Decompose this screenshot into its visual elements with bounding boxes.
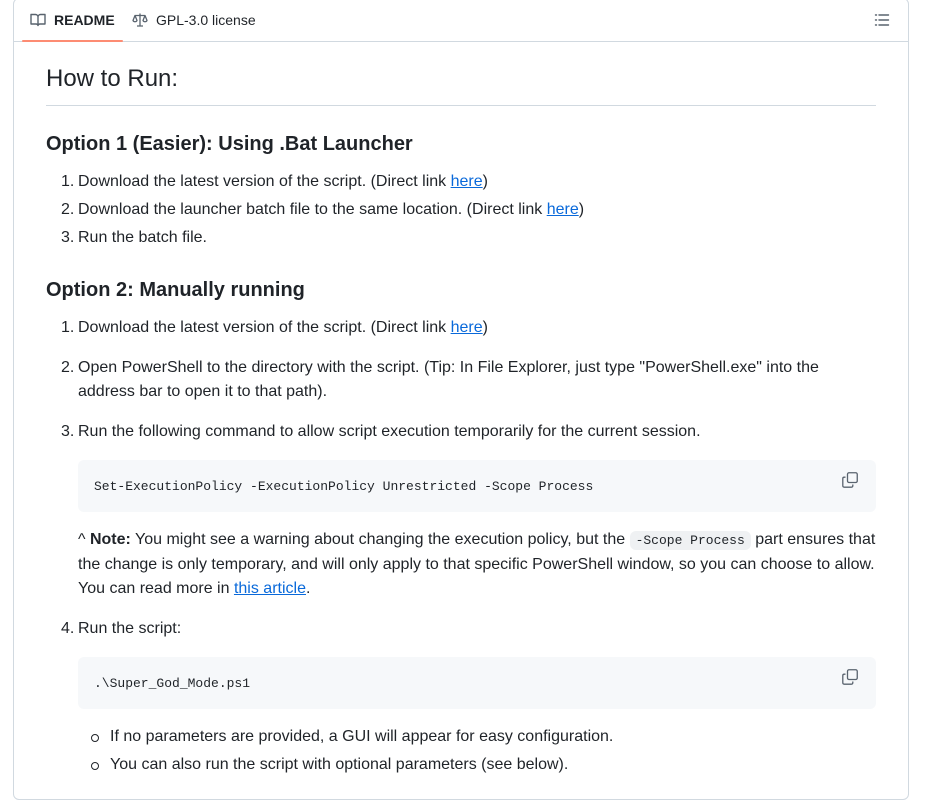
tab-license[interactable]: GPL-3.0 license <box>132 0 256 41</box>
list-item: 4. Run the script: .\Super_God_Mode.ps1 … <box>46 617 876 781</box>
scale-icon <box>132 13 148 27</box>
tab-license-label: GPL-3.0 license <box>156 12 256 28</box>
option1-heading: Option 1 (Easier): Using .Bat Launcher <box>46 133 413 155</box>
list-item: 2. Open PowerShell to the directory with… <box>61 359 819 400</box>
this-article-link[interactable]: this article <box>234 580 306 597</box>
list-item: If no parameters are provided, a GUI wil… <box>78 725 876 753</box>
outline-button[interactable] <box>870 8 894 32</box>
code-text: Set-ExecutionPolicy -ExecutionPolicy Unr… <box>94 479 594 494</box>
page-title: How to Run: <box>46 63 876 106</box>
inline-code: -Scope Process <box>629 531 751 550</box>
option2-heading: Option 2: Manually running <box>46 279 305 301</box>
code-block-run-script: .\Super_God_Mode.ps1 <box>78 657 876 709</box>
copy-button[interactable] <box>842 669 862 689</box>
note-paragraph: ^ Note: You might see a warning about ch… <box>78 531 876 597</box>
bullet-icon <box>91 734 99 742</box>
book-icon <box>30 13 46 27</box>
tab-readme[interactable]: README <box>22 0 123 42</box>
list-item: 3. Run the following command to allow sc… <box>46 420 876 601</box>
tab-bar: README GPL-3.0 license <box>14 0 908 42</box>
list-item: You can also run the script with optiona… <box>78 753 876 781</box>
direct-link-launcher[interactable]: here <box>547 201 579 218</box>
copy-icon <box>842 472 858 488</box>
list-item: 2. Download the launcher batch file to t… <box>61 201 585 218</box>
note-label: Note: <box>89 531 131 548</box>
list-item: 1. Download the latest version of the sc… <box>61 173 488 190</box>
sub-bullets: If no parameters are provided, a GUI wil… <box>78 725 876 781</box>
copy-button[interactable] <box>842 472 862 492</box>
direct-link-script-2[interactable]: here <box>451 319 483 336</box>
tab-readme-label: README <box>54 12 115 28</box>
option1-steps: 1. Download the latest version of the sc… <box>46 170 876 254</box>
copy-icon <box>842 669 858 685</box>
readme-panel: README GPL-3.0 license How to Run: Optio… <box>13 0 909 800</box>
code-block-execution-policy: Set-ExecutionPolicy -ExecutionPolicy Unr… <box>78 460 876 512</box>
list-item: 3. Run the batch file. <box>61 229 207 246</box>
bullet-icon <box>91 762 99 770</box>
option2-steps: 1. Download the latest version of the sc… <box>46 316 876 781</box>
readme-article: How to Run: Option 1 (Easier): Using .Ba… <box>46 63 876 797</box>
direct-link-script[interactable]: here <box>451 173 483 190</box>
code-text: .\Super_God_Mode.ps1 <box>94 676 251 691</box>
list-outline-icon <box>874 14 890 26</box>
list-item: 1. Download the latest version of the sc… <box>61 319 488 336</box>
